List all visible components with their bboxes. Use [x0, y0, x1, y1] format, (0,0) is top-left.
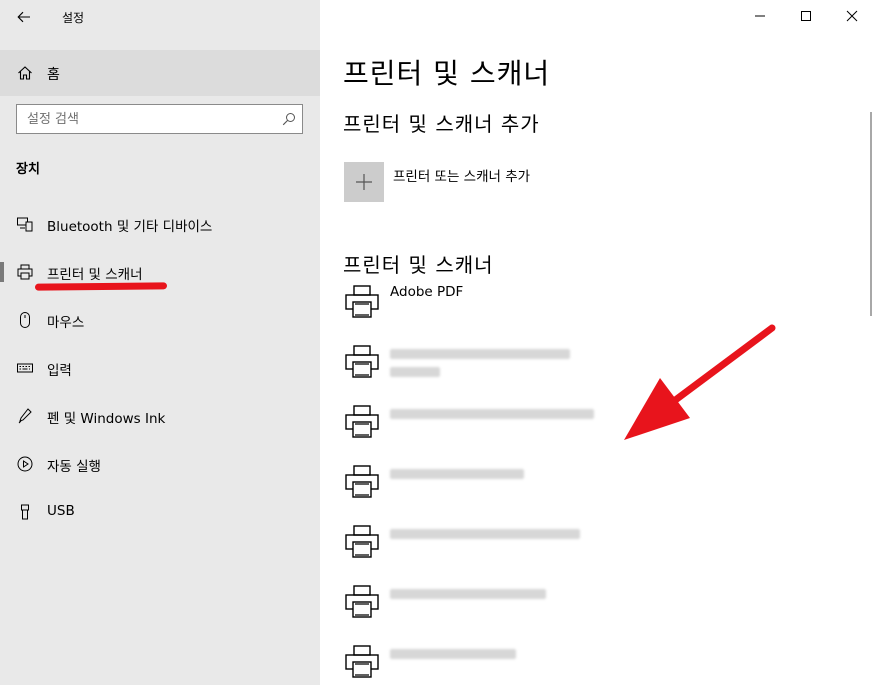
maximize-button[interactable]: [783, 0, 829, 32]
keyboard-icon: [17, 363, 33, 373]
redacted-printer-name: [390, 409, 594, 419]
section-heading-devices: 장치: [16, 162, 40, 177]
redacted-printer-name: [390, 649, 516, 659]
back-button[interactable]: [10, 4, 38, 30]
sidebar-item-pen[interactable]: 펜 및 Windows Ink: [0, 394, 320, 438]
close-icon: [846, 10, 858, 22]
printer-name: Adobe PDF: [390, 284, 464, 300]
printer-item[interactable]: [344, 584, 824, 624]
printer-icon: [345, 405, 379, 438]
title-bar: 설정: [0, 0, 320, 34]
add-printer-label[interactable]: 프린터 또는 스캐너 추가: [393, 165, 530, 185]
sidebar-item-label: 자동 실행: [47, 459, 101, 475]
add-section-title: 프린터 및 스캐너 추가: [343, 112, 540, 136]
red-arrow-annotation: [624, 324, 776, 440]
window-title: 설정: [62, 11, 85, 25]
redacted-printer-name: [390, 469, 524, 479]
printer-icon: [345, 525, 379, 558]
sidebar: 설정 홈 장치 Bluetooth 및 기타 디바이스 프린터 및 스캐너: [0, 0, 320, 685]
back-arrow-icon: [17, 11, 30, 23]
printer-item[interactable]: [344, 464, 824, 504]
sidebar-item-label: 입력: [47, 363, 72, 379]
redacted-printer-name: [390, 349, 570, 359]
add-printer-button[interactable]: [344, 162, 384, 202]
sidebar-item-autoplay[interactable]: 자동 실행: [0, 442, 320, 486]
minimize-button[interactable]: [737, 0, 783, 32]
autoplay-icon: [17, 456, 33, 472]
redacted-printer-status: [390, 367, 440, 377]
pen-icon: [18, 408, 32, 424]
scrollbar[interactable]: [870, 112, 872, 316]
printer-icon: [17, 264, 33, 280]
sidebar-item-label: 마우스: [47, 315, 85, 331]
sidebar-item-label: USB: [47, 503, 75, 519]
sidebar-item-label: 프린터 및 스캐너: [47, 267, 143, 283]
printer-icon: [345, 645, 379, 678]
printer-item[interactable]: [344, 524, 824, 564]
close-button[interactable]: [829, 0, 875, 32]
window-controls: [737, 0, 875, 32]
printer-icon: [345, 465, 379, 498]
main-content: 프린터 및 스캐너 프린터 및 스캐너 추가 프린터 또는 스캐너 추가 프린터…: [320, 0, 875, 685]
mouse-icon: [20, 312, 30, 328]
maximize-icon: [801, 11, 811, 21]
page-title: 프린터 및 스캐너: [343, 57, 551, 90]
sidebar-item-bluetooth[interactable]: Bluetooth 및 기타 디바이스: [0, 202, 320, 246]
plus-icon: [356, 174, 372, 190]
search-icon[interactable]: [282, 112, 296, 126]
printer-icon: [345, 585, 379, 618]
list-section-title: 프린터 및 스캐너: [343, 253, 494, 277]
minimize-icon: [755, 15, 765, 17]
home-icon: [18, 66, 32, 80]
sidebar-item-typing[interactable]: 입력: [0, 346, 320, 390]
red-underline-annotation: [34, 282, 168, 291]
bluetooth-devices-icon: [17, 217, 33, 232]
sidebar-item-usb[interactable]: USB: [0, 490, 320, 534]
home-nav-item[interactable]: 홈: [0, 50, 320, 96]
usb-icon: [21, 504, 29, 520]
printer-icon: [345, 345, 379, 378]
sidebar-item-label: 펜 및 Windows Ink: [47, 411, 166, 427]
sidebar-item-mouse[interactable]: 마우스: [0, 298, 320, 342]
printer-item[interactable]: [344, 644, 824, 684]
redacted-printer-name: [390, 529, 580, 539]
search-input[interactable]: [17, 105, 267, 133]
home-label: 홈: [47, 67, 60, 83]
redacted-printer-name: [390, 589, 546, 599]
search-box: [16, 104, 303, 134]
sidebar-item-label: Bluetooth 및 기타 디바이스: [47, 219, 213, 235]
printer-icon: [345, 285, 379, 318]
